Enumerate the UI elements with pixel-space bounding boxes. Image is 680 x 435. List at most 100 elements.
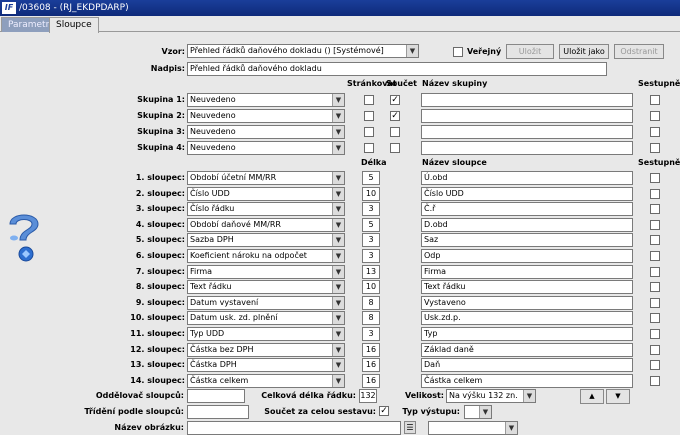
- column-length-input[interactable]: 5: [362, 171, 380, 185]
- vzor-select[interactable]: Přehled řádků daňového dokladu () [Systé…: [187, 44, 419, 58]
- column-length-input[interactable]: 16: [362, 374, 380, 388]
- column-length-input[interactable]: 8: [362, 296, 380, 310]
- column-sestupne-checkbox[interactable]: [650, 360, 660, 370]
- column-sestupne-checkbox[interactable]: [650, 220, 660, 230]
- help-question-icon[interactable]: [2, 208, 46, 264]
- column-select[interactable]: Datum usk. zd. plnění ▼: [187, 311, 345, 325]
- column-sestupne-checkbox[interactable]: [650, 313, 660, 323]
- group-select[interactable]: Neuvedeno ▼: [187, 109, 345, 123]
- column-name-input[interactable]: Č.ř: [421, 202, 633, 216]
- group-soucet-checkbox[interactable]: [390, 143, 400, 153]
- column-length-input[interactable]: 3: [362, 327, 380, 341]
- list-icon[interactable]: ☰: [404, 421, 416, 434]
- column-name-input[interactable]: Typ: [421, 327, 633, 341]
- column-select[interactable]: Koeficient nároku na odpočet ▼: [187, 249, 345, 263]
- column-sestupne-checkbox[interactable]: [650, 282, 660, 292]
- column-length-input[interactable]: 10: [362, 187, 380, 201]
- column-name-input[interactable]: Daň: [421, 358, 633, 372]
- column-name-input[interactable]: Vystaveno: [421, 296, 633, 310]
- group-soucet-checkbox[interactable]: ✓: [390, 111, 400, 121]
- column-name-input[interactable]: Ú.obd: [421, 171, 633, 185]
- column-select-value: Text řádku: [190, 282, 232, 291]
- column-select[interactable]: Datum vystavení ▼: [187, 296, 345, 310]
- tab-sloupce[interactable]: Sloupce: [49, 17, 99, 33]
- column-name-input[interactable]: D.obd: [421, 218, 633, 232]
- group-sestupne-checkbox[interactable]: [650, 111, 660, 121]
- group-strankovat-checkbox[interactable]: [364, 143, 374, 153]
- group-soucet-checkbox[interactable]: ✓: [390, 95, 400, 105]
- group-name-input[interactable]: [421, 109, 633, 123]
- column-select[interactable]: Firma ▼: [187, 265, 345, 279]
- column-name-input[interactable]: Částka celkem: [421, 374, 633, 388]
- group-sestupne-checkbox[interactable]: [650, 95, 660, 105]
- velikost-select[interactable]: Na výšku 132 zn. ▼: [446, 389, 536, 403]
- group-select[interactable]: Neuvedeno ▼: [187, 141, 345, 155]
- column-length-input[interactable]: 8: [362, 311, 380, 325]
- column-select[interactable]: Číslo řádku ▼: [187, 202, 345, 216]
- column-label: 5. sloupec:: [135, 235, 185, 244]
- column-length-input[interactable]: 13: [362, 265, 380, 279]
- column-length-input[interactable]: 16: [362, 343, 380, 357]
- column-select[interactable]: Částka bez DPH ▼: [187, 343, 345, 357]
- column-select[interactable]: Text řádku ▼: [187, 280, 345, 294]
- column-length-input[interactable]: 3: [362, 202, 380, 216]
- obrazek-select[interactable]: ▼: [428, 421, 518, 435]
- column-sestupne-checkbox[interactable]: [650, 267, 660, 277]
- group-select[interactable]: Neuvedeno ▼: [187, 93, 345, 107]
- oddelovac-input[interactable]: [187, 389, 245, 403]
- column-name-input[interactable]: Číslo UDD: [421, 187, 633, 201]
- column-sestupne-checkbox[interactable]: [650, 204, 660, 214]
- column-sestupne-checkbox[interactable]: [650, 189, 660, 199]
- column-select[interactable]: Číslo UDD ▼: [187, 187, 345, 201]
- column-sestupne-checkbox[interactable]: [650, 251, 660, 261]
- group-label: Skupina 4:: [137, 143, 185, 152]
- column-sestupne-checkbox[interactable]: [650, 376, 660, 386]
- group-select[interactable]: Neuvedeno ▼: [187, 125, 345, 139]
- column-name-input[interactable]: Odp: [421, 249, 633, 263]
- column-length-input[interactable]: 3: [362, 249, 380, 263]
- column-length-input[interactable]: 10: [362, 280, 380, 294]
- ulozit-button[interactable]: Uložit: [506, 44, 554, 59]
- column-length-input[interactable]: 5: [362, 218, 380, 232]
- column-sestupne-checkbox[interactable]: [650, 235, 660, 245]
- nazev-obrazku-input[interactable]: [187, 421, 401, 435]
- column-select[interactable]: Období účetní MM/RR ▼: [187, 171, 345, 185]
- column-name-input[interactable]: Text řádku: [421, 280, 633, 294]
- column-length-input[interactable]: 16: [362, 358, 380, 372]
- column-name-input[interactable]: Základ daně: [421, 343, 633, 357]
- group-soucet-checkbox[interactable]: [390, 127, 400, 137]
- soucet-celou-checkbox[interactable]: ✓: [379, 406, 389, 416]
- group-strankovat-checkbox[interactable]: [364, 95, 374, 105]
- column-sestupne-checkbox[interactable]: [650, 329, 660, 339]
- group-strankovat-checkbox[interactable]: [364, 127, 374, 137]
- column-select[interactable]: Částka DPH ▼: [187, 358, 345, 372]
- column-select[interactable]: Typ UDD ▼: [187, 327, 345, 341]
- column-name-input[interactable]: Saz: [421, 233, 633, 247]
- move-down-button[interactable]: ▼: [606, 389, 630, 404]
- verejny-checkbox[interactable]: [453, 47, 463, 57]
- column-sestupne-checkbox[interactable]: [650, 345, 660, 355]
- column-select[interactable]: Období daňové MM/RR ▼: [187, 218, 345, 232]
- move-up-button[interactable]: ▲: [580, 389, 604, 404]
- typ-vystupu-select[interactable]: ▼: [464, 405, 492, 419]
- column-length-input[interactable]: 3: [362, 233, 380, 247]
- column-sestupne-checkbox[interactable]: [650, 173, 660, 183]
- column-name-input[interactable]: Usk.zd.p.: [421, 311, 633, 325]
- column-name-input[interactable]: Firma: [421, 265, 633, 279]
- group-sestupne-checkbox[interactable]: [650, 143, 660, 153]
- group-sestupne-checkbox[interactable]: [650, 127, 660, 137]
- column-sestupne-checkbox[interactable]: [650, 298, 660, 308]
- group-select-value: Neuvedeno: [190, 143, 236, 152]
- nadpis-input[interactable]: Přehled řádků daňového dokladu: [187, 62, 607, 76]
- velikost-label: Velikost:: [404, 391, 444, 400]
- odstranit-button[interactable]: Odstranit: [614, 44, 664, 59]
- group-select-value: Neuvedeno: [190, 127, 236, 136]
- group-name-input[interactable]: [421, 125, 633, 139]
- column-select[interactable]: Sazba DPH ▼: [187, 233, 345, 247]
- ulozit-jako-button[interactable]: Uložit jako: [559, 44, 609, 59]
- column-select[interactable]: Částka celkem ▼: [187, 374, 345, 388]
- group-name-input[interactable]: [421, 93, 633, 107]
- group-name-input[interactable]: [421, 141, 633, 155]
- trideni-input[interactable]: [187, 405, 249, 419]
- group-strankovat-checkbox[interactable]: [364, 111, 374, 121]
